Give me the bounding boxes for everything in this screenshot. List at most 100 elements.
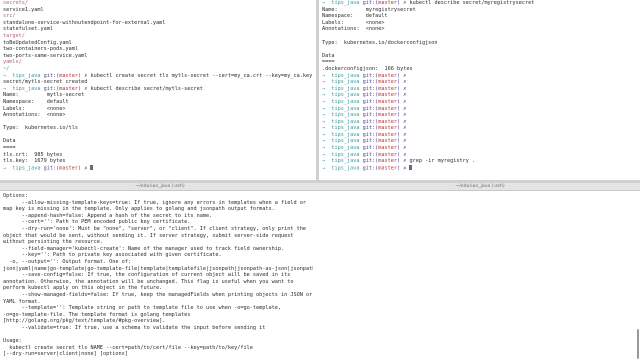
command-text: kubectl describe secret/mytls-secret	[87, 85, 203, 92]
terminal-line: Annotations: <none>	[322, 26, 385, 33]
git-label: ) ✗	[396, 105, 407, 112]
git-label: ) ✗	[77, 72, 88, 79]
git-label: git:(	[362, 165, 379, 172]
prompt-path: → tips_java	[322, 0, 363, 6]
git-label: git:(	[362, 105, 379, 112]
scrollbar[interactable]	[637, 329, 639, 359]
terminal-line: .dockerconfigjson: 166 bytes	[322, 65, 413, 72]
git-label: ) ✗	[396, 158, 407, 165]
terminal-line: → tips_java git:(master) ✗ grep -ir myre…	[322, 158, 637, 165]
terminal-line: ~/	[3, 65, 10, 72]
terminal-line: → tips_java git:(master) ✗	[322, 152, 637, 159]
terminal-line: Data	[3, 138, 16, 145]
terminal-output: → tips_java git:(master) ✗ kubectl descr…	[322, 0, 637, 171]
terminal-line: json|yaml|name|go-template|go-template-f…	[3, 265, 313, 272]
terminal-line: secrets/	[3, 0, 28, 6]
tab-left[interactable]: ~/edurian_java (-zsh)	[0, 183, 320, 190]
terminal-line: → tips_java git:(master) ✗ kubectl descr…	[3, 86, 313, 93]
git-label: ) ✗	[396, 118, 407, 125]
git-branch: master	[59, 85, 78, 92]
git-branch: master	[59, 165, 78, 172]
terminal-line: Labels: <none>	[322, 19, 385, 26]
git-branch: master	[378, 98, 397, 105]
git-label: ) ✗	[77, 165, 88, 172]
terminal-line: → tips_java git:(master) ✗	[322, 99, 637, 106]
terminal-line: ====	[3, 145, 16, 152]
terminal-line: yamls/	[3, 59, 22, 66]
terminal-line: → tips_java git:(master) ✗	[322, 112, 637, 119]
terminal-line: --template='': Template string or path t…	[3, 305, 281, 312]
git-label: ) ✗	[396, 112, 407, 119]
terminal-line: [http://golang.org/pkg/text/template/#pk…	[3, 318, 166, 325]
git-label: git:(	[43, 72, 60, 79]
command-text: kubectl create secret tls mytls-secret -…	[87, 72, 313, 79]
terminal-line: → tips_java git:(master) ✗	[322, 73, 637, 80]
git-label: ) ✗	[396, 79, 407, 86]
terminal-line: → tips_java git:(master) ✗	[322, 92, 637, 99]
terminal-line: --allow-missing-template-keys=true: If t…	[3, 199, 306, 206]
terminal-line: → tips_java git:(master) ✗	[322, 164, 637, 172]
terminal-pane-bottom[interactable]: ~/edurian_java (-zsh) ~/edurian_java (-z…	[0, 183, 640, 360]
terminal-line: Data	[322, 52, 335, 59]
prompt-path: → tips_java	[322, 118, 363, 125]
terminal-line: → tips_java git:(master) ✗	[3, 164, 313, 172]
git-branch: master	[378, 118, 397, 125]
terminal-line: [--dry-run=server|client|none] [options]	[3, 351, 128, 358]
git-label: git:(	[362, 158, 379, 165]
git-label: ) ✗	[396, 131, 407, 138]
terminal-line: without persisting the resource.	[3, 239, 103, 246]
terminal-line: → tips_java git:(master) ✗	[322, 106, 637, 113]
terminal-line: two-ports-same-service.yaml	[3, 52, 88, 59]
git-label: git:(	[362, 125, 379, 132]
terminal-line: --validate=true: If true, use a schema t…	[3, 324, 266, 331]
terminal-line: service1.yaml	[3, 6, 44, 13]
tab-bar: ~/edurian_java (-zsh) ~/edurian_java (-z…	[0, 183, 640, 191]
terminal-line: --append-hash=false: Append a hash of th…	[3, 212, 213, 219]
terminal-line: → tips_java git:(master) ✗ kubectl descr…	[322, 0, 637, 7]
terminal-line: toBeUpdatedConfig.yaml	[3, 39, 72, 46]
tab-right[interactable]: ~/edurian_java (-zsh)	[320, 183, 640, 190]
git-label: git:(	[43, 165, 60, 172]
git-branch: master	[378, 138, 397, 145]
terminal-pane-top-right[interactable]: → tips_java git:(master) ✗ kubectl descr…	[319, 0, 640, 180]
terminal-line: two-containers-pods.yaml	[3, 46, 78, 53]
prompt-path: → tips_java	[322, 85, 363, 92]
terminal-output: secrets/service1.yaml src/standalone-serv…	[3, 0, 313, 178]
terminal-line: Options:	[3, 193, 28, 199]
prompt-path: → tips_java	[322, 151, 363, 158]
terminal-line: --key='': Path to private key associated…	[3, 252, 222, 259]
prompt-path: → tips_java	[322, 138, 363, 145]
prompt-path: → tips_java	[322, 112, 363, 119]
git-branch: master	[378, 85, 397, 92]
terminal-line: perform kubectl apply on this object in …	[3, 285, 163, 292]
terminal-line: Name: myregistrysecret	[322, 6, 416, 13]
terminal-line: Usage:	[3, 338, 22, 345]
git-branch: master	[378, 151, 397, 158]
git-label: ) ✗	[77, 85, 88, 92]
terminal-line: map key is missing in the template. Only…	[3, 206, 275, 213]
git-label: ) ✗	[396, 92, 407, 99]
git-label: git:(	[362, 145, 379, 152]
git-label: git:(	[362, 98, 379, 105]
terminal-line: -o, --output='': Output format. One of:	[3, 258, 132, 265]
terminal-line: Type: kubernetes.io/tls	[3, 125, 78, 132]
terminal-line: Annotations: <none>	[3, 112, 66, 119]
prompt-path: → tips_java	[322, 92, 363, 99]
terminal-line: --save-config=false: If true, the config…	[3, 272, 291, 279]
git-label: ) ✗	[396, 145, 407, 152]
terminal-line: → tips_java git:(master) ✗	[322, 86, 637, 93]
terminal-line: → tips_java git:(master) ✗	[322, 138, 637, 145]
terminal-output: Options: --allow-missing-template-keys=t…	[3, 193, 313, 358]
git-label: git:(	[362, 79, 379, 86]
terminal-line: YAML format.	[3, 298, 41, 305]
prompt-path: → tips_java	[322, 125, 363, 132]
terminal-pane-top-left[interactable]: secrets/service1.yaml src/standalone-serv…	[0, 0, 316, 180]
git-branch: master	[378, 112, 397, 119]
git-branch: master	[378, 165, 397, 172]
terminal-line: → tips_java git:(master) ✗	[322, 119, 637, 126]
git-label: git:(	[362, 0, 379, 6]
git-label: git:(	[362, 138, 379, 145]
text-cursor	[409, 164, 413, 171]
git-branch: master	[378, 158, 397, 165]
